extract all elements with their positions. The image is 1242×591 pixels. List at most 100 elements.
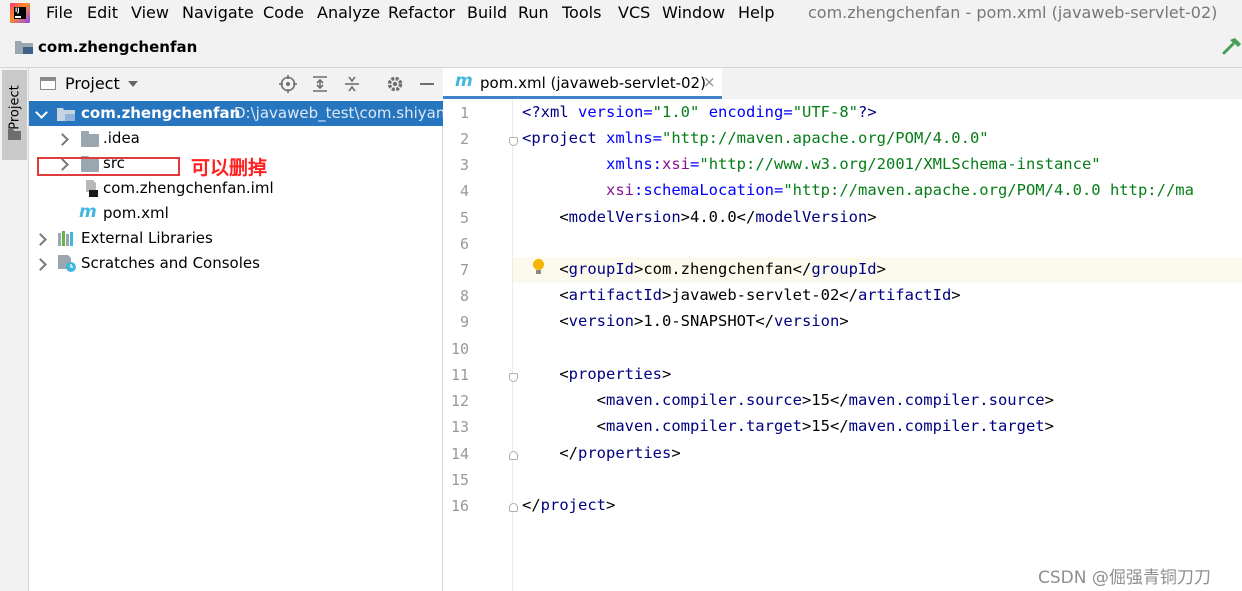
maven-file-icon: m <box>79 202 97 222</box>
menu-edit[interactable]: Edit <box>87 3 118 22</box>
code-token: schemaLocation <box>643 181 774 199</box>
intellij-logo-icon: IJ <box>10 3 30 23</box>
code-line[interactable]: <maven.compiler.target>15</maven.compile… <box>522 417 1054 435</box>
tree-item-external-libraries[interactable]: External Libraries <box>29 226 443 251</box>
code-token: project <box>540 496 606 514</box>
project-panel: Project com.zhengchenfan D:\javaweb_test… <box>29 68 455 591</box>
menu-vcs[interactable]: VCS <box>618 3 650 22</box>
code-token: properties <box>578 444 672 462</box>
fold-icon[interactable] <box>509 373 518 382</box>
code-token: < <box>596 417 606 435</box>
tree-item-scratches[interactable]: Scratches and Consoles <box>29 251 443 276</box>
line-number: 10 <box>450 340 469 358</box>
code-token: < <box>522 129 532 147</box>
code-token: maven.compiler.source <box>606 391 802 409</box>
code-line[interactable]: <?xml version="1.0" encoding="UTF-8"?> <box>522 103 877 121</box>
chevron-right-icon[interactable] <box>56 133 69 146</box>
tree-idea-label: .idea <box>103 129 140 147</box>
project-panel-header: Project <box>29 68 443 100</box>
fold-icon[interactable] <box>509 503 518 512</box>
collapse-all-icon[interactable] <box>342 74 362 94</box>
code-token: "1.0" <box>652 103 700 121</box>
code-token: encoding <box>708 103 784 121</box>
code-token: >com.zhengchenfan</ <box>634 260 812 278</box>
tool-window-stripe: Project <box>0 68 29 591</box>
tree-item-idea[interactable]: .idea <box>29 126 443 151</box>
menu-help[interactable]: Help <box>738 3 774 22</box>
fold-icon[interactable] <box>509 137 518 146</box>
code-token: >15</ <box>801 391 849 409</box>
project-tool-window-button[interactable]: Project <box>2 70 27 160</box>
iml-file-icon <box>86 180 98 197</box>
code-token: > <box>867 208 877 226</box>
tree-iml-label: com.zhengchenfan.iml <box>103 179 274 197</box>
menu-build[interactable]: Build <box>467 3 507 22</box>
code-token: "http://maven.apache.org/POM/4.0.0 http:… <box>783 181 1194 199</box>
line-number: 13 <box>450 418 469 436</box>
menu-window[interactable]: Window <box>662 3 725 22</box>
code-token: "UTF-8" <box>792 103 859 121</box>
code-token: : <box>652 155 663 173</box>
code-line[interactable]: </properties> <box>522 444 680 462</box>
code-token: version <box>773 312 840 330</box>
module-folder-icon <box>57 108 75 121</box>
gear-icon[interactable] <box>385 74 405 94</box>
code-token: xmlns <box>606 129 653 147</box>
code-token: = <box>774 181 784 199</box>
tree-item-pom[interactable]: m pom.xml <box>29 201 443 226</box>
folder-icon <box>81 131 99 147</box>
code-line[interactable]: <modelVersion>4.0.0</modelVersion> <box>522 208 877 226</box>
line-number: 5 <box>459 209 469 227</box>
tab-pom-xml[interactable]: m pom.xml (javaweb-servlet-02) × <box>443 68 722 99</box>
line-number: 9 <box>459 313 469 331</box>
code-line[interactable]: <maven.compiler.source>15</maven.compile… <box>522 391 1054 409</box>
menu-run[interactable]: Run <box>518 3 549 22</box>
close-icon[interactable]: × <box>703 73 716 91</box>
chevron-down-icon[interactable] <box>35 106 48 119</box>
fold-icon[interactable] <box>509 451 518 460</box>
menu-tools[interactable]: Tools <box>562 3 601 22</box>
build-hammer-icon[interactable] <box>1222 37 1242 55</box>
code-token: > <box>951 286 961 304</box>
menu-analyze[interactable]: Analyze <box>317 3 380 22</box>
expand-all-icon[interactable] <box>310 74 330 94</box>
chevron-right-icon[interactable] <box>34 258 47 271</box>
code-line[interactable]: <groupId>com.zhengchenfan</groupId> <box>522 260 886 278</box>
code-line[interactable]: </project> <box>522 496 615 514</box>
chevron-down-icon[interactable] <box>128 81 138 87</box>
code-token: > <box>606 496 616 514</box>
project-panel-title[interactable]: Project <box>65 74 120 93</box>
line-number: 6 <box>459 235 469 253</box>
code-line[interactable]: xmlns:xsi="http://www.w3.org/2001/XMLSch… <box>522 155 1101 173</box>
code-token: artifactId <box>857 286 952 304</box>
chevron-right-icon[interactable] <box>34 233 47 246</box>
breadcrumb-project[interactable]: com.zhengchenfan <box>38 38 197 56</box>
menu-file[interactable]: File <box>46 3 73 22</box>
code-line[interactable]: <artifactId>javaweb-servlet-02</artifact… <box>522 286 961 304</box>
code-line[interactable]: <project xmlns="http://maven.apache.org/… <box>522 129 989 147</box>
menu-code[interactable]: Code <box>263 3 304 22</box>
code-line[interactable]: <properties> <box>522 365 671 383</box>
line-number: 2 <box>459 130 469 148</box>
code-token: < <box>559 208 569 226</box>
locate-target-icon[interactable] <box>278 74 298 94</box>
tree-item-root[interactable]: com.zhengchenfan D:\javaweb_test\com.shi… <box>29 101 455 126</box>
tree-root-label: com.zhengchenfan <box>81 104 241 122</box>
minimize-icon[interactable] <box>417 74 437 94</box>
menu-view[interactable]: View <box>131 3 169 22</box>
code-line[interactable]: <version>1.0-SNAPSHOT</version> <box>522 312 848 330</box>
menu-refactor[interactable]: Refactor <box>388 3 455 22</box>
code-line[interactable]: xsi:schemaLocation="http://maven.apache.… <box>522 181 1194 199</box>
menu-navigate[interactable]: Navigate <box>182 3 254 22</box>
line-number: 4 <box>459 182 469 200</box>
navigation-bar: com.zhengchenfan <box>0 26 1242 68</box>
watermark: CSDN @倔强青铜刀刀 <box>1038 568 1211 588</box>
code-token: = <box>783 103 793 121</box>
code-token: groupId <box>568 260 634 278</box>
